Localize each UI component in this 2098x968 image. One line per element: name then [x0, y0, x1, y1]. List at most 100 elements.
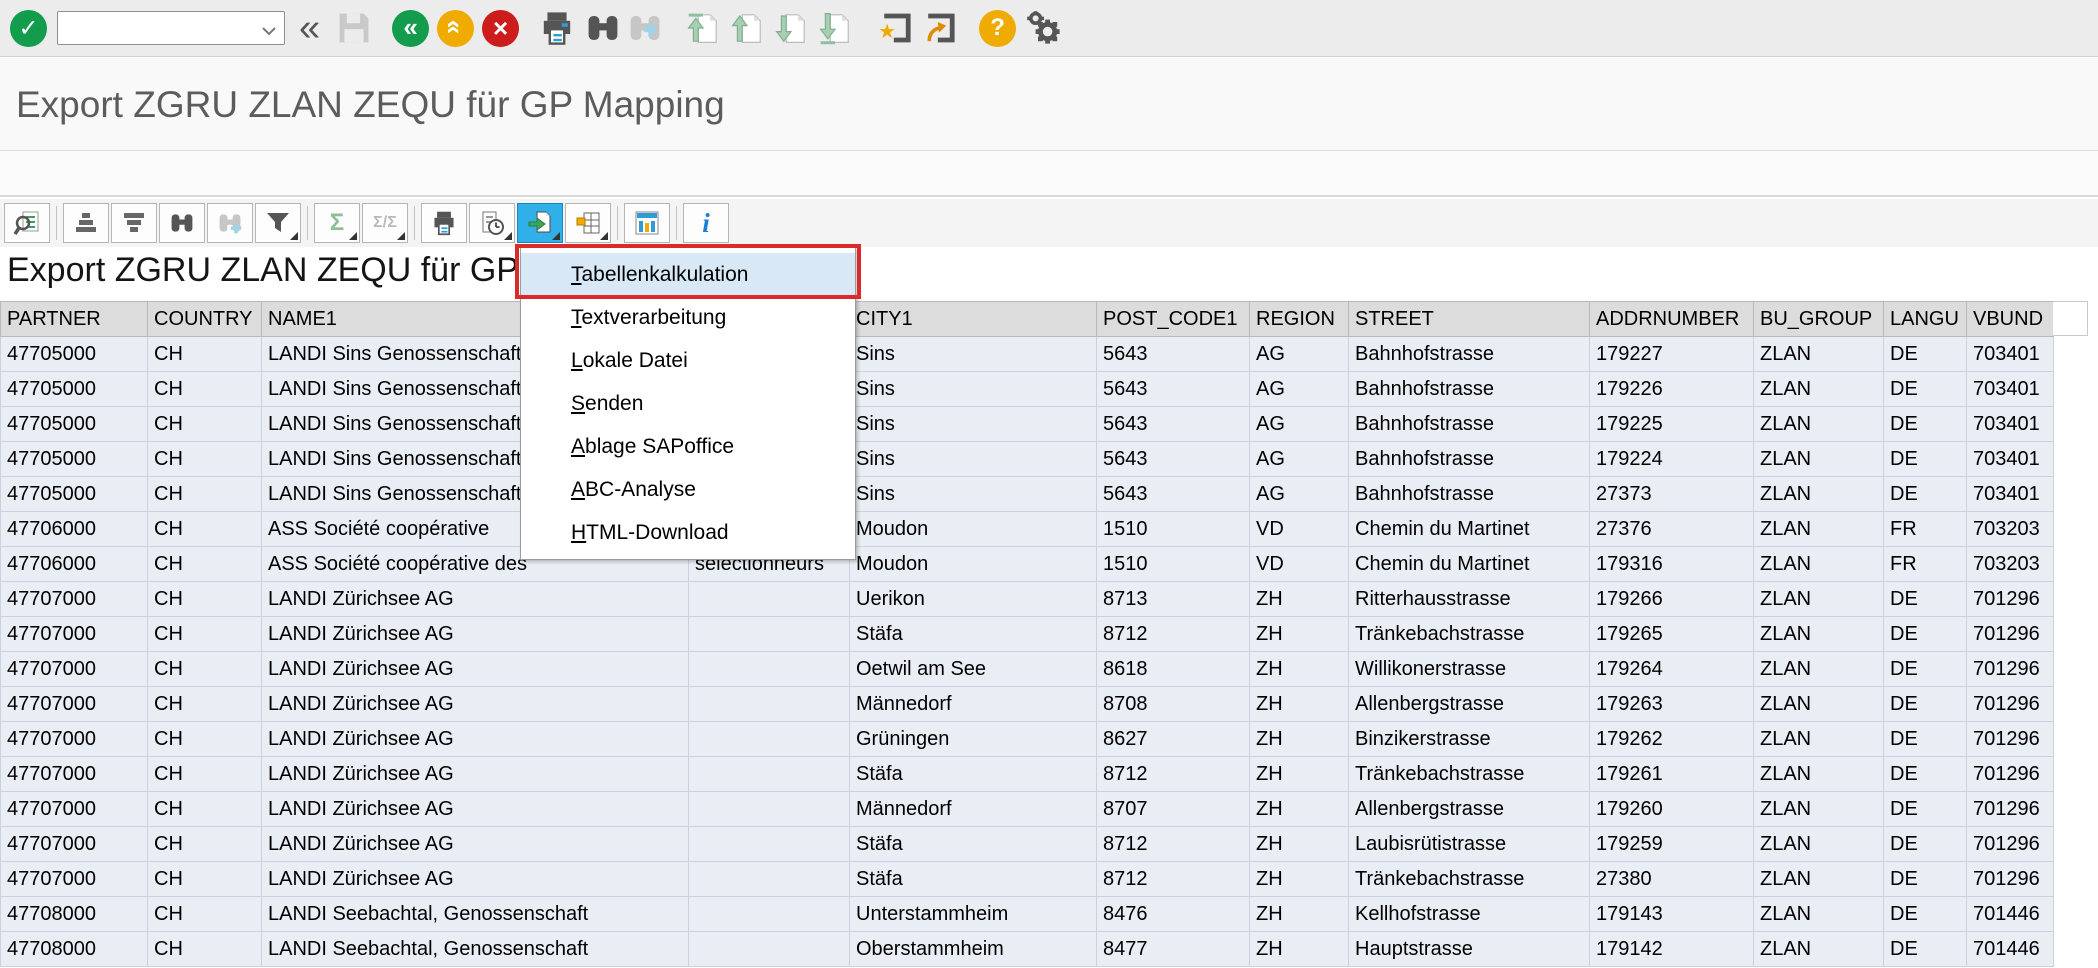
cell[interactable]: CH	[148, 547, 262, 582]
cell[interactable]: 27373	[1590, 477, 1754, 512]
cell[interactable]	[689, 932, 850, 967]
table-row[interactable]: 47707000CHLANDI Zürichsee AGStäfa8712ZHL…	[1, 827, 2054, 862]
find-button[interactable]	[159, 203, 205, 243]
previous-page-button[interactable]	[729, 10, 765, 46]
customize-layout-button[interactable]	[1026, 10, 1062, 46]
cell[interactable]: ZLAN	[1754, 547, 1884, 582]
cell[interactable]	[689, 792, 850, 827]
cell[interactable]: CH	[148, 897, 262, 932]
cell[interactable]: ZLAN	[1754, 757, 1884, 792]
cell[interactable]: 47706000	[1, 512, 148, 547]
cell[interactable]	[689, 862, 850, 897]
enter-button[interactable]: ✓	[10, 10, 47, 47]
table-row[interactable]: 47707000CHLANDI Zürichsee AGOetwil am Se…	[1, 652, 2054, 687]
table-row[interactable]: 47705000CHLANDI Sins GenossenschaftSins5…	[1, 442, 2054, 477]
cell[interactable]: DE	[1884, 757, 1967, 792]
cell[interactable]: LANDI Seebachtal, Genossenschaft	[262, 932, 689, 967]
cell[interactable]	[689, 897, 850, 932]
cell[interactable]: Sins	[850, 372, 1097, 407]
cell[interactable]: 47705000	[1, 442, 148, 477]
cell[interactable]: 8708	[1097, 687, 1250, 722]
cell[interactable]: LANDI Zürichsee AG	[262, 792, 689, 827]
cell[interactable]: 27380	[1590, 862, 1754, 897]
cell[interactable]: CH	[148, 512, 262, 547]
cell[interactable]: 701296	[1967, 617, 2054, 652]
cell[interactable]: DE	[1884, 407, 1967, 442]
cell[interactable]: CH	[148, 862, 262, 897]
cell[interactable]	[689, 687, 850, 722]
table-row[interactable]: 47705000CHLANDI Sins GenossenschaftSins5…	[1, 407, 2054, 442]
cell[interactable]: 47707000	[1, 757, 148, 792]
cell[interactable]: ZLAN	[1754, 407, 1884, 442]
cell[interactable]: 179266	[1590, 582, 1754, 617]
find-button[interactable]	[585, 10, 621, 46]
cell[interactable]: 703401	[1967, 337, 2054, 372]
sort-ascending-button[interactable]	[63, 203, 109, 243]
column-header-country[interactable]: COUNTRY	[148, 302, 262, 337]
cell[interactable]: ZLAN	[1754, 512, 1884, 547]
table-row[interactable]: 47705000CHLANDI Sins GenossenschaftSins5…	[1, 477, 2054, 512]
cell[interactable]: CH	[148, 687, 262, 722]
cell[interactable]: LANDI Zürichsee AG	[262, 862, 689, 897]
print-button[interactable]	[539, 10, 575, 46]
set-filter-button[interactable]	[255, 203, 301, 243]
cell[interactable]: Moudon	[850, 547, 1097, 582]
cell[interactable]: FR	[1884, 547, 1967, 582]
subtotal-button[interactable]: Σ/Σ	[362, 203, 408, 243]
table-row[interactable]: 47707000CHLANDI Zürichsee AGStäfa8712ZHT…	[1, 757, 2054, 792]
cell[interactable]: ZLAN	[1754, 827, 1884, 862]
cancel-button[interactable]: ×	[482, 10, 519, 47]
cell[interactable]: 1510	[1097, 547, 1250, 582]
cell[interactable]: Bahnhofstrasse	[1349, 477, 1590, 512]
cell[interactable]: 8712	[1097, 827, 1250, 862]
cell[interactable]: 179225	[1590, 407, 1754, 442]
cell[interactable]: Tränkebachstrasse	[1349, 757, 1590, 792]
cell[interactable]: 5643	[1097, 407, 1250, 442]
cell[interactable]: 701296	[1967, 687, 2054, 722]
cell[interactable]	[689, 757, 850, 792]
menu-item-abc-analyse[interactable]: ABC-Analyse	[521, 468, 855, 511]
cell[interactable]: Stäfa	[850, 757, 1097, 792]
cell[interactable]: Hauptstrasse	[1349, 932, 1590, 967]
cell[interactable]: ZLAN	[1754, 337, 1884, 372]
cell[interactable]: 703401	[1967, 477, 2054, 512]
cell[interactable]: 47706000	[1, 547, 148, 582]
create-shortcut-button[interactable]	[921, 10, 957, 46]
cell[interactable]: Uerikon	[850, 582, 1097, 617]
cell[interactable]: LANDI Zürichsee AG	[262, 617, 689, 652]
cell[interactable]: 8707	[1097, 792, 1250, 827]
cell[interactable]: ZLAN	[1754, 442, 1884, 477]
column-header-vbund[interactable]: VBUND	[1967, 302, 2054, 337]
menu-item-html-download[interactable]: HTML-Download	[521, 511, 855, 554]
sort-descending-button[interactable]	[111, 203, 157, 243]
cell[interactable]: 8713	[1097, 582, 1250, 617]
cell[interactable]: CH	[148, 337, 262, 372]
cell[interactable]: ZLAN	[1754, 477, 1884, 512]
cell[interactable]: 701446	[1967, 897, 2054, 932]
last-page-button[interactable]	[817, 10, 853, 46]
cell[interactable]: 47708000	[1, 897, 148, 932]
cell[interactable]: AG	[1250, 442, 1349, 477]
column-header-langu[interactable]: LANGU	[1884, 302, 1967, 337]
cell[interactable]: 179143	[1590, 897, 1754, 932]
cell[interactable]: ZH	[1250, 687, 1349, 722]
cell[interactable]: ZLAN	[1754, 617, 1884, 652]
cell[interactable]: ZLAN	[1754, 687, 1884, 722]
cell[interactable]: 47705000	[1, 372, 148, 407]
cell[interactable]: Sins	[850, 442, 1097, 477]
cell[interactable]: 8618	[1097, 652, 1250, 687]
cell[interactable]: Sins	[850, 337, 1097, 372]
cell[interactable]: DE	[1884, 862, 1967, 897]
cell[interactable]: Grüningen	[850, 722, 1097, 757]
exit-button[interactable]: «	[437, 10, 474, 47]
cell[interactable]: DE	[1884, 337, 1967, 372]
cell[interactable]: ZH	[1250, 617, 1349, 652]
cell[interactable]: Allenbergstrasse	[1349, 792, 1590, 827]
cell[interactable]: DE	[1884, 582, 1967, 617]
cell[interactable]: DE	[1884, 792, 1967, 827]
cell[interactable]: Allenbergstrasse	[1349, 687, 1590, 722]
cell[interactable]: DE	[1884, 372, 1967, 407]
cell[interactable]: 179226	[1590, 372, 1754, 407]
cell[interactable]: ZH	[1250, 722, 1349, 757]
cell[interactable]: Bahnhofstrasse	[1349, 407, 1590, 442]
